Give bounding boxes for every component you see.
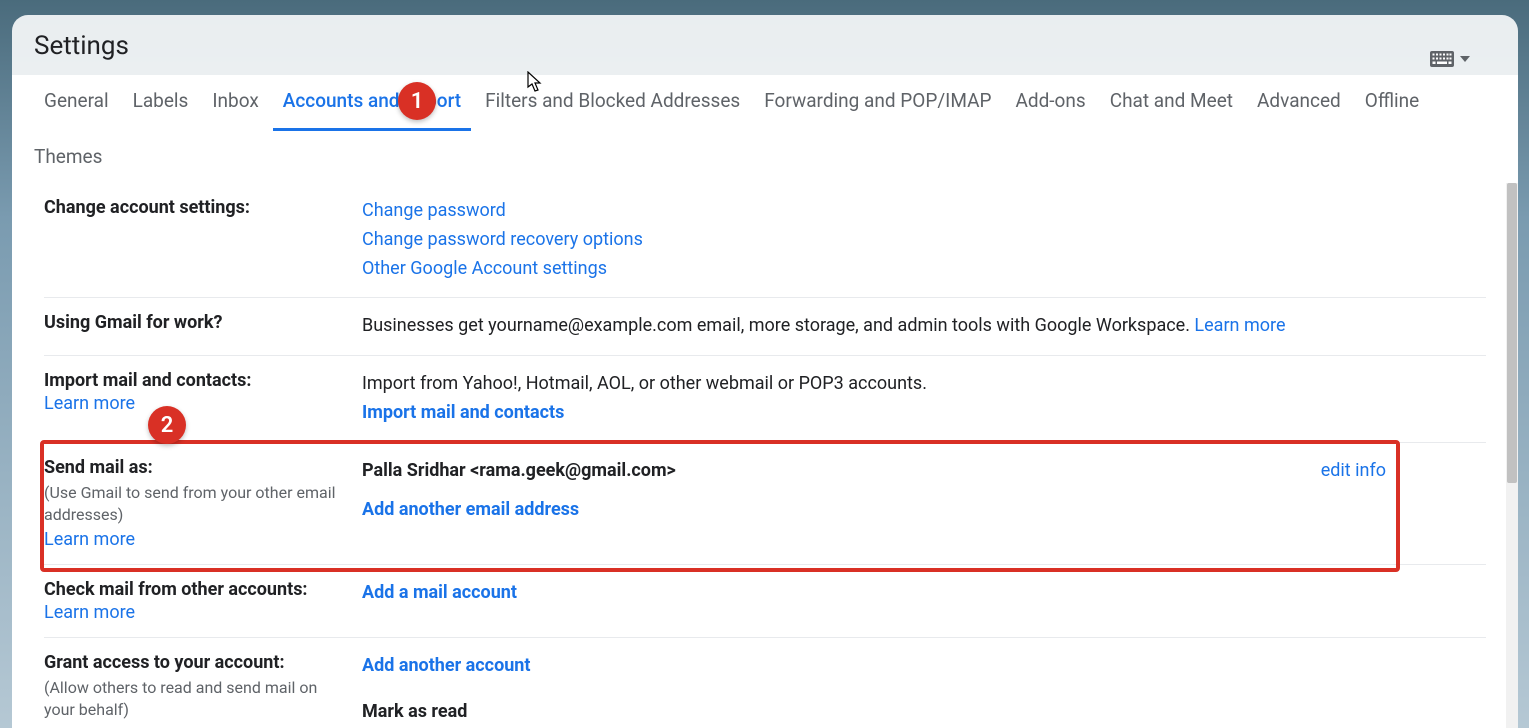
tab-inbox[interactable]: Inbox <box>202 75 268 131</box>
chevron-down-icon <box>1460 56 1470 62</box>
change-account-title: Change account settings: <box>44 197 346 218</box>
annotation-badge-1: 1 <box>398 82 436 120</box>
section-grant-access: Grant access to your account: (Allow oth… <box>44 638 1486 728</box>
import-mail-text: Import from Yahoo!, Hotmail, AOL, or oth… <box>362 370 1486 399</box>
send-mail-as-subtitle: (Use Gmail to send from your other email… <box>44 482 346 527</box>
tab-addons[interactable]: Add-ons <box>1005 75 1095 131</box>
section-import-mail: Import mail and contacts: Learn more Imp… <box>44 356 1486 443</box>
tab-accounts-and-import[interactable]: Accounts and Import <box>273 75 471 131</box>
scrollbar[interactable] <box>1506 183 1518 728</box>
scrollbar-thumb[interactable] <box>1507 183 1517 483</box>
send-mail-as-learn-more-link[interactable]: Learn more <box>44 529 135 550</box>
tab-themes[interactable]: Themes <box>34 131 1496 187</box>
using-for-work-title: Using Gmail for work? <box>44 312 346 333</box>
section-send-mail-as: Send mail as: (Use Gmail to send from yo… <box>44 443 1486 565</box>
annotation-badge-2: 2 <box>148 406 186 444</box>
change-recovery-link[interactable]: Change password recovery options <box>362 229 643 250</box>
grant-access-title: Grant access to your account: <box>44 652 346 673</box>
settings-content: Change account settings: Change password… <box>12 183 1518 728</box>
send-mail-as-title: Send mail as: <box>44 457 346 478</box>
add-mail-account-link[interactable]: Add a mail account <box>362 582 517 603</box>
other-account-settings-link[interactable]: Other Google Account settings <box>362 258 607 279</box>
settings-panel: Settings <box>12 15 1518 728</box>
tab-chat-meet[interactable]: Chat and Meet <box>1100 75 1243 131</box>
mark-as-read-label: Mark as read <box>362 698 1486 727</box>
settings-header: Settings <box>12 15 1518 75</box>
section-check-mail: Check mail from other accounts: Learn mo… <box>44 565 1486 638</box>
section-using-for-work: Using Gmail for work? Businesses get you… <box>44 298 1486 356</box>
cursor-icon <box>527 71 543 97</box>
add-another-account-link[interactable]: Add another account <box>362 655 531 676</box>
tab-filters[interactable]: Filters and Blocked Addresses <box>475 75 750 131</box>
grant-access-subtitle: (Allow others to read and send mail on y… <box>44 677 346 722</box>
import-mail-action-link[interactable]: Import mail and contacts <box>362 402 564 423</box>
tabs-nav: General Labels Inbox Accounts and Import… <box>12 75 1518 187</box>
input-tools-dropdown[interactable] <box>1430 51 1470 67</box>
tab-advanced[interactable]: Advanced <box>1247 75 1351 131</box>
edit-info-link[interactable]: edit info <box>1321 457 1386 486</box>
using-for-work-text: Businesses get yourname@example.com emai… <box>362 315 1194 336</box>
check-mail-learn-more-link[interactable]: Learn more <box>44 602 135 623</box>
change-password-link[interactable]: Change password <box>362 200 506 221</box>
tab-offline[interactable]: Offline <box>1355 75 1429 131</box>
add-another-email-link[interactable]: Add another email address <box>362 499 579 520</box>
check-mail-title: Check mail from other accounts: <box>44 579 346 600</box>
import-mail-learn-more-link[interactable]: Learn more <box>44 393 135 414</box>
keyboard-icon <box>1430 51 1454 67</box>
tab-labels[interactable]: Labels <box>123 75 199 131</box>
page-title: Settings <box>34 31 1496 61</box>
send-mail-as-identity: Palla Sridhar <rama.geek@gmail.com> <box>362 457 676 486</box>
section-change-account: Change account settings: Change password… <box>44 183 1486 298</box>
workspace-learn-more-link[interactable]: Learn more <box>1194 315 1285 336</box>
import-mail-title: Import mail and contacts: <box>44 370 346 391</box>
tab-forwarding[interactable]: Forwarding and POP/IMAP <box>754 75 1001 131</box>
tab-general[interactable]: General <box>34 75 119 131</box>
